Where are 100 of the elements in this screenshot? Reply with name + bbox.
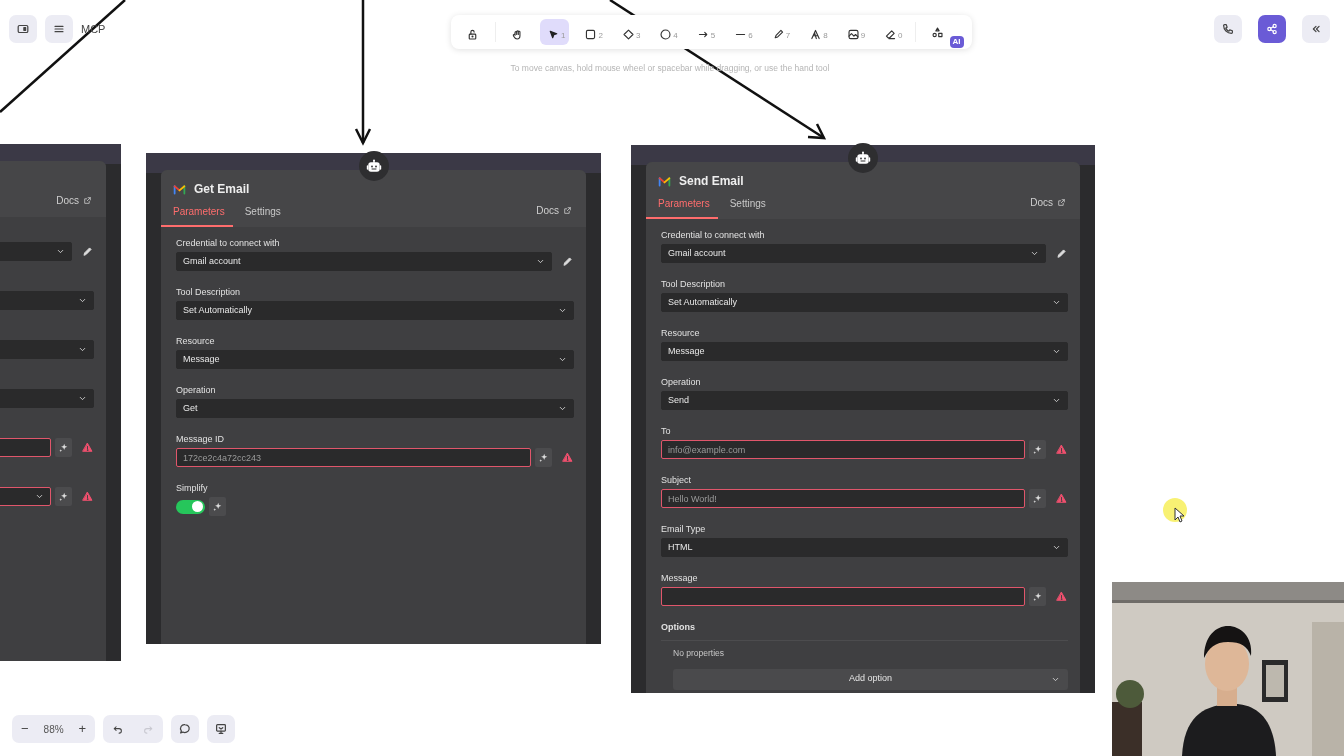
- call-button[interactable]: [1214, 15, 1242, 43]
- field-label: Tool Description: [661, 278, 727, 290]
- select-field[interactable]: Gmail account: [661, 244, 1046, 263]
- caret-icon: [78, 394, 87, 403]
- select-field[interactable]: Message: [661, 342, 1068, 361]
- external-link-icon: [83, 196, 92, 205]
- caret-icon: [1052, 347, 1061, 356]
- shortcut-key: 7: [785, 32, 791, 40]
- shortcut-key: 1: [561, 32, 566, 40]
- caret-icon: [1052, 396, 1061, 405]
- input-field[interactable]: [661, 587, 1025, 606]
- select-field[interactable]: Send: [661, 391, 1068, 410]
- warning-icon: [81, 491, 93, 502]
- circle-icon: [659, 28, 673, 41]
- input-field[interactable]: info@example.com: [661, 440, 1025, 459]
- add-option-button[interactable]: Add option: [673, 668, 1068, 690]
- select-field[interactable]: HTML: [661, 538, 1068, 557]
- field-label: Credential to connect with: [176, 237, 281, 249]
- sparkle-icon: [1032, 493, 1043, 504]
- sparkle-icon: [1032, 591, 1043, 602]
- field-label: Message ID: [176, 433, 226, 445]
- pointer-icon: [547, 28, 560, 41]
- gmail-icon: [173, 182, 186, 196]
- field-label: Subject: [661, 474, 693, 486]
- warning-icon: [1055, 591, 1067, 602]
- redo-icon: [142, 723, 155, 735]
- toggle-switch[interactable]: [176, 499, 205, 514]
- diamond-icon: [621, 28, 635, 41]
- select-field[interactable]: Get: [176, 399, 574, 418]
- comment-button[interactable]: [171, 715, 200, 743]
- field-label: Resource: [176, 335, 216, 347]
- section-label: Options: [661, 621, 1068, 641]
- field-label: Message: [661, 572, 699, 584]
- node-title: Send Email: [679, 173, 744, 190]
- select-field[interactable]: Set Automatically: [176, 301, 574, 320]
- phone-icon: [1221, 22, 1235, 36]
- expression-button[interactable]: [1029, 587, 1046, 606]
- tab[interactable]: Parameters: [646, 192, 718, 219]
- image-icon: [846, 28, 860, 41]
- external-link-icon: [1057, 198, 1066, 207]
- warning-icon: [1055, 444, 1067, 455]
- lock-icon: [466, 28, 479, 41]
- shortcut-key: 9: [860, 32, 866, 40]
- zoom-level: 88%: [42, 722, 65, 737]
- warning-icon: [1055, 493, 1067, 504]
- expression-button[interactable]: [55, 438, 72, 457]
- present-button[interactable]: [207, 715, 236, 743]
- docs-link[interactable]: Docs: [536, 201, 586, 227]
- sidebar-toggle-button[interactable]: [9, 15, 37, 43]
- empty-text: No properties: [672, 646, 726, 660]
- hand-icon: [511, 28, 524, 41]
- field-label: Credential to connect with: [661, 229, 766, 241]
- tab[interactable]: Settings: [717, 192, 774, 219]
- eraser-icon: [884, 28, 898, 41]
- collapse-button[interactable]: [1302, 15, 1330, 43]
- caret-icon: [35, 492, 44, 501]
- undo-icon: [112, 723, 125, 735]
- tab[interactable]: Parameters: [161, 200, 233, 227]
- zoom-in-button[interactable]: +: [69, 715, 96, 743]
- caret-icon: [78, 296, 87, 305]
- docs-link[interactable]: Docs: [1030, 193, 1080, 219]
- shortcut-key: 6: [748, 32, 753, 40]
- expression-button[interactable]: [209, 497, 226, 516]
- presentation-icon: [214, 722, 229, 736]
- warning-icon: [81, 442, 93, 453]
- expression-button[interactable]: [1029, 489, 1046, 508]
- select-field[interactable]: Gmail account: [176, 252, 552, 271]
- caret-icon: [1052, 543, 1061, 552]
- shortcut-key: 3: [635, 32, 641, 40]
- menu-button[interactable]: [45, 15, 73, 43]
- input-field[interactable]: Hello World!: [661, 489, 1025, 508]
- sparkle-icon: [1032, 444, 1043, 455]
- hint-text: To move canvas, hold mouse wheel or spacebar while dragging, or use the hand tool: [509, 62, 831, 75]
- field-label: Operation: [661, 376, 702, 388]
- expression-button[interactable]: [55, 487, 72, 506]
- sparkle-icon: [58, 442, 69, 453]
- select-field[interactable]: Set Automatically: [661, 293, 1068, 312]
- shapes-icon: [930, 26, 944, 39]
- zoom-out-button[interactable]: −: [12, 715, 38, 743]
- field-label: Tool Description: [176, 286, 242, 298]
- caret-icon: [558, 355, 567, 364]
- shortcut-key: 5: [710, 32, 716, 40]
- sparkle-icon: [212, 501, 223, 512]
- warning-icon: [561, 452, 573, 463]
- shortcut-key: 2: [598, 32, 603, 40]
- comment-icon: [178, 722, 193, 736]
- tab[interactable]: Settings: [232, 200, 289, 227]
- external-link-icon: [563, 206, 572, 215]
- expression-button[interactable]: [535, 448, 552, 467]
- input-field[interactable]: 172ce2c4a72cc243: [176, 448, 531, 467]
- select-field[interactable]: Message: [176, 350, 574, 369]
- shortcut-key: 0: [898, 32, 903, 40]
- library-tool-button[interactable]: AI: [923, 16, 964, 48]
- field-label: Resource: [661, 327, 701, 339]
- caret-icon: [78, 345, 87, 354]
- share-button[interactable]: [1258, 15, 1286, 43]
- field-label: Operation: [176, 384, 217, 396]
- sidebar-icon: [16, 22, 30, 36]
- node-title: Get Email: [194, 181, 250, 198]
- expression-button[interactable]: [1029, 440, 1046, 459]
